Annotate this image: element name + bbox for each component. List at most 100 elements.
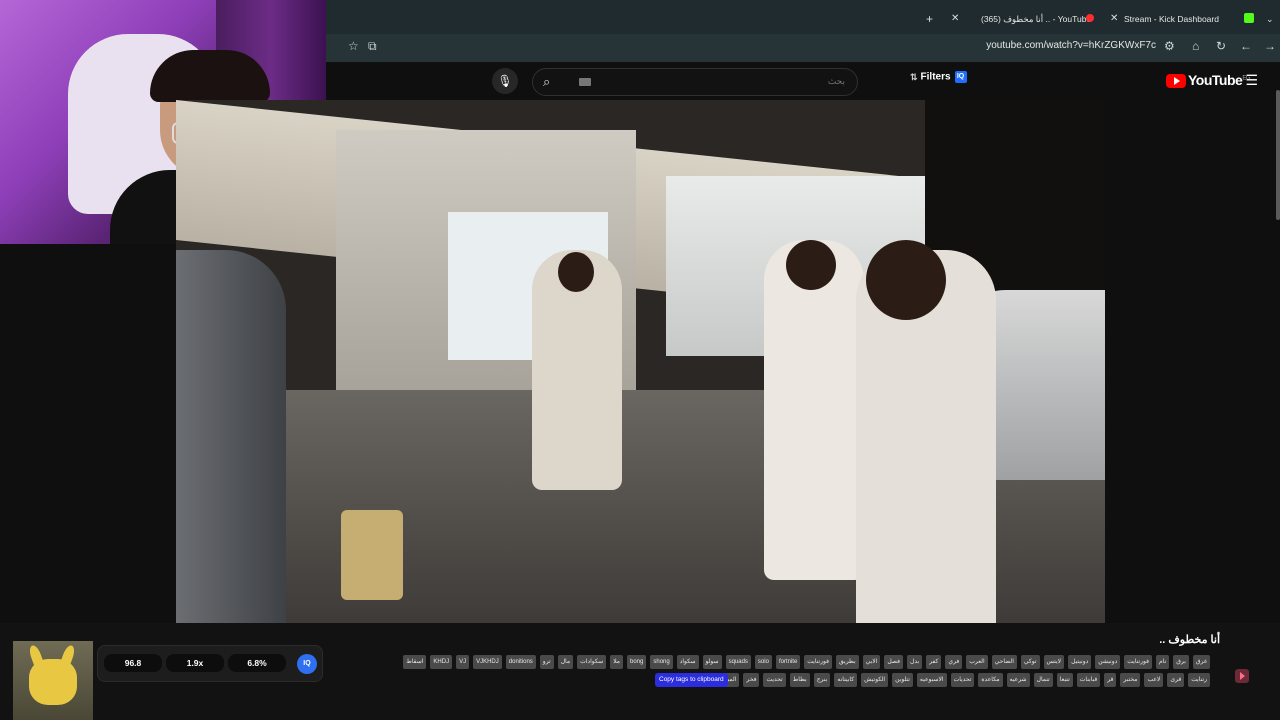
tag-chip[interactable]: KHDJ [430, 655, 453, 669]
close-tab-yt-icon[interactable]: ✕ [951, 8, 959, 30]
tag-chip[interactable]: bong [627, 655, 647, 669]
tag-chip[interactable]: shong [650, 655, 673, 669]
home-icon[interactable]: ⌂ [1192, 39, 1199, 53]
tag-chip[interactable]: رتنايت [1188, 673, 1210, 687]
tag-chip[interactable]: ترو [539, 655, 554, 669]
tag-chip[interactable]: قرى [1167, 673, 1185, 687]
pikachu-icon [29, 659, 77, 705]
site-settings-icon[interactable]: ⚙ [1164, 39, 1175, 53]
video-player[interactable] [176, 100, 1105, 623]
stat-multiplier: 1.9x [166, 654, 224, 672]
tag-chip[interactable]: دونيشن [1095, 655, 1121, 669]
reload-icon[interactable]: ↻ [1216, 39, 1226, 53]
paper-bag [341, 510, 403, 600]
tag-chip[interactable]: تحديات [950, 673, 975, 687]
tag-chip[interactable]: الابي [862, 655, 881, 669]
tag-chip[interactable]: توكي [1020, 655, 1040, 669]
iq-badge[interactable]: IQ [297, 654, 317, 674]
tag-chip[interactable]: لاعب [1144, 673, 1164, 687]
tag-chip[interactable]: قبابنات [1076, 673, 1101, 687]
streamer-hair [150, 50, 270, 102]
person-middle [764, 240, 864, 580]
tag-chip[interactable]: VJ [456, 655, 470, 669]
tag-chip[interactable]: تتبعا [1056, 673, 1073, 687]
tag-chip[interactable]: donitions [505, 655, 536, 669]
tag-chip[interactable]: سكوادات [577, 655, 607, 669]
tag-chip[interactable]: شرعيه [1006, 673, 1030, 687]
filters-label: Filters [920, 71, 951, 83]
stat-views-score: 96.8 [104, 654, 162, 672]
forward-icon[interactable]: ← [1240, 39, 1252, 53]
new-tab-button[interactable]: + [926, 8, 933, 30]
tag-chip[interactable]: غرق [1192, 655, 1210, 669]
tag-chip[interactable]: فصل [884, 655, 903, 669]
page-scrollbar[interactable] [1276, 90, 1280, 220]
tag-chip[interactable]: سكواد [676, 655, 699, 669]
person-middle-head [786, 240, 836, 290]
tag-chip[interactable]: solo [754, 655, 772, 669]
tag-chip[interactable]: مختبر [1120, 673, 1141, 687]
tag-chip[interactable]: كابيتانه [834, 673, 858, 687]
youtube-play-icon [1166, 74, 1186, 89]
tag-chip[interactable]: تحديث [763, 673, 786, 687]
tag-chip[interactable]: مال [557, 655, 574, 669]
filters-badge: IQ [954, 71, 967, 83]
tag-chip[interactable]: ملا [610, 655, 623, 669]
tag-chip[interactable]: العرب [966, 655, 988, 669]
tab-search-chevron-icon[interactable]: ⌄ [1266, 8, 1274, 30]
tag-chip[interactable]: بدل [907, 655, 923, 669]
tag-chip[interactable]: تتمال [1033, 673, 1053, 687]
search-box[interactable]: ⌕ [532, 68, 858, 96]
tag-chip[interactable]: فري [945, 655, 963, 669]
tag-chip[interactable]: اسقاط [403, 655, 427, 669]
tag-chip[interactable]: بنرج [813, 673, 831, 687]
filters-button[interactable]: ⇅ Filters IQ [910, 71, 967, 83]
tab-youtube-label: (365) أنا مخطوف .. - YouTube [981, 14, 1092, 24]
tab-youtube[interactable]: (365) أنا مخطوف .. - YouTube [967, 8, 1117, 30]
stats-bar: 96.8 1.9x 6.8% [97, 645, 323, 682]
install-app-icon[interactable]: ⧉ [368, 39, 377, 54]
tags-row-2: رتنايت قرى لاعب مختبر قر قبابنات تتبعا تتمال شرع… [713, 673, 1210, 687]
tag-chip[interactable]: برق [1173, 655, 1189, 669]
youtube-logo-text: YouTube [1188, 72, 1243, 88]
tag-chip[interactable]: بطريق [836, 655, 859, 669]
back-icon[interactable]: → [1264, 39, 1276, 53]
tag-chip[interactable]: فورتنايت [804, 655, 833, 669]
tag-chip[interactable]: فورتنايت [1124, 655, 1153, 669]
youtube-header: 🎙 ⌕ ⇅FiltersIQ YouTubeEG ☰ [326, 62, 1280, 100]
tag-chip[interactable]: fortnite [775, 655, 801, 669]
tag-chip[interactable]: الكوتيش [861, 673, 889, 687]
address-bar[interactable]: youtube.com/watch?v=hKrZGKWxF7c [986, 40, 1156, 51]
keyboard-icon[interactable] [579, 78, 591, 86]
stat-percent: 6.8% [228, 654, 286, 672]
voice-search-icon[interactable]: 🎙 [492, 68, 518, 94]
tag-chip[interactable]: دونيتيل [1068, 655, 1092, 669]
tag-chip[interactable]: لايتس [1043, 655, 1065, 669]
hamburger-menu-icon[interactable]: ☰ [1245, 72, 1258, 89]
copy-tags-button[interactable]: Copy tags to clipboard [655, 673, 728, 687]
tag-chip[interactable]: قر [1104, 673, 1117, 687]
tag-chip[interactable]: مكاعدة [978, 673, 1003, 687]
channel-thumbnail[interactable] [13, 641, 93, 720]
tag-chip[interactable]: الضاحي [991, 655, 1017, 669]
search-input[interactable] [643, 75, 847, 87]
person-chained-head [558, 252, 594, 292]
tag-chip[interactable]: squads [725, 655, 751, 669]
tab-kick-dashboard[interactable]: Stream - Kick Dashboard [1114, 8, 1254, 30]
video-info-panel: 96.8 1.9x 6.8% IQ أنا مخطوف .. غرق برق نام… [0, 623, 1280, 720]
tag-chip[interactable]: فخر [743, 673, 760, 687]
tag-chip[interactable]: VJKHDJ [473, 655, 502, 669]
tag-chip[interactable]: نام [1156, 655, 1170, 669]
tag-chip[interactable]: تتلوين [892, 673, 913, 687]
tab-kick-label: Stream - Kick Dashboard [1124, 14, 1219, 24]
bookmark-star-icon[interactable]: ☆ [348, 39, 359, 53]
car-left [176, 250, 286, 623]
tag-chip[interactable]: كفر [926, 655, 942, 669]
tag-chip[interactable]: الاسبوعيه [916, 673, 947, 687]
video-play-icon[interactable] [1235, 669, 1249, 683]
tag-chip[interactable]: سولو [702, 655, 722, 669]
tag-chip[interactable]: بطاط [789, 673, 810, 687]
search-icon[interactable]: ⌕ [543, 74, 550, 90]
youtube-logo[interactable]: YouTubeEG [1166, 72, 1250, 90]
browser-tab-strip: + ✕ (365) أنا مخطوف .. - YouTube ✕ Strea… [326, 0, 1280, 34]
